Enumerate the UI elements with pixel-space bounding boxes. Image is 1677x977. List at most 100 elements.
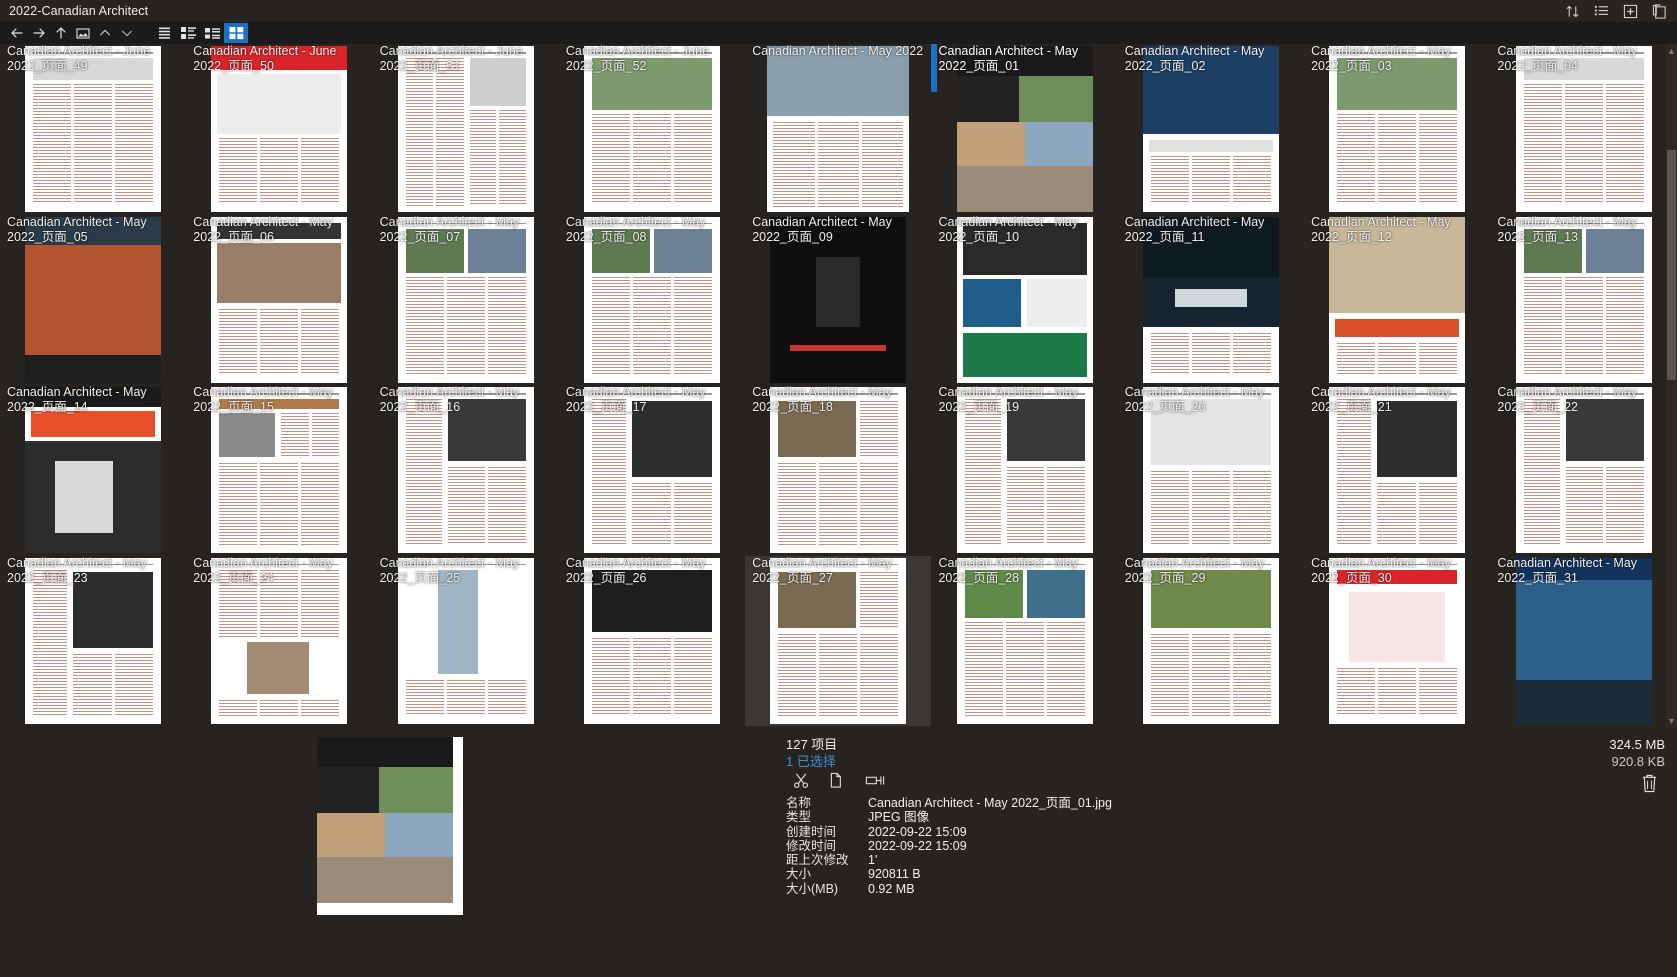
add-box-icon[interactable] xyxy=(1623,4,1638,19)
thumbnail-label: Canadian Architect - June 2022_页面_51 xyxy=(379,44,523,73)
thumbnail-cell[interactable]: Canadian Architect - May 2022_页面_08 xyxy=(559,215,745,386)
vertical-scrollbar[interactable]: ▲ ▼ xyxy=(1666,44,1677,728)
thumbnail-label: Canadian Architect - May 2022_页面_11 xyxy=(1124,214,1265,244)
thumbnail-cell[interactable]: Canadian Architect - May 2022 xyxy=(745,44,931,215)
thumbnail-label: Canadian Architect - May 2022_页面_23 xyxy=(7,555,147,585)
thumbnail-cell[interactable]: Canadian Architect - May 2022_页面_27 xyxy=(745,555,932,726)
thumbnail-cell[interactable]: Canadian Architect - May 2022_页面_16 xyxy=(373,385,559,556)
metadata-value: 0.92 MB xyxy=(868,881,915,896)
rename-button[interactable] xyxy=(865,772,885,794)
thumbnail-cell[interactable]: Canadian Architect - May 2022_页面_02 xyxy=(1118,44,1304,215)
metadata-row: 创建时间 2022-09-22 15:09 xyxy=(786,825,1112,839)
info-bar: 127 项目 1 已选择 名称 Canadian Architect - May… xyxy=(0,728,1677,977)
thumbnail-cell[interactable]: Canadian Architect - May 2022_页面_12 xyxy=(1304,215,1490,386)
view-details-button[interactable] xyxy=(200,23,224,43)
thumbnail-label: Canadian Architect - May 2022_页面_27 xyxy=(752,555,892,585)
thumbnail-label: Canadian Architect - May 2022_页面_12 xyxy=(1311,214,1451,244)
clipboard-icon[interactable] xyxy=(1652,3,1667,19)
thumbnail-label: Canadian Architect - May 2022_页面_18 xyxy=(752,385,892,414)
thumbnail-label: Canadian Architect - May 2022_页面_06 xyxy=(193,214,333,244)
size-summary: 324.5 MB 920.8 KB xyxy=(1609,736,1665,770)
view-tiles-button[interactable] xyxy=(176,23,200,43)
thumbnail-cell[interactable]: Canadian Architect - May 2022_页面_05 xyxy=(0,215,186,386)
thumbnail-cell[interactable] xyxy=(745,726,931,728)
list-view-icon[interactable] xyxy=(1594,4,1609,19)
window-title: 2022-Canadian Architect xyxy=(9,4,149,18)
thumbnail-label: Canadian Architect - May 2022_页面_26 xyxy=(565,555,706,585)
back-button[interactable] xyxy=(6,23,28,43)
thumbnail-cell[interactable] xyxy=(186,726,372,728)
chevron-up-button[interactable] xyxy=(94,23,116,43)
thumbnail-label: Canadian Architect - May 2022_页面_15 xyxy=(193,385,333,414)
thumbnail-cell[interactable]: Canadian Architect - May 2022_页面_13 xyxy=(1490,215,1676,386)
thumbnail-cell[interactable]: Canadian Architect - May 2022_页面_28 xyxy=(931,556,1117,727)
thumbnail-cell[interactable]: Canadian Architect - May 2022_页面_20 xyxy=(1118,385,1304,556)
metadata-key: 大小(MB) xyxy=(786,881,839,896)
thumbnail-cell[interactable]: Canadian Architect - May 2022_页面_29 xyxy=(1118,556,1304,727)
thumbnail-cell[interactable] xyxy=(1118,726,1304,728)
thumbnail-label xyxy=(565,726,739,728)
thumbnail-cell[interactable]: Canadian Architect - May 2022_页面_01 xyxy=(931,44,1117,215)
thumbnail-label: Canadian Architect - May 2022_页面_09 xyxy=(752,214,892,244)
thumbnail-cell[interactable]: Canadian Architect - June 2022_页面_52 xyxy=(559,44,745,215)
thumbnail-label: Canadian Architect - May 2022_页面_16 xyxy=(379,385,520,414)
forward-button[interactable] xyxy=(28,23,50,43)
thumbnail-label: Canadian Architect - May 2022_页面_10 xyxy=(938,214,1079,244)
thumbnail-cell[interactable]: Canadian Architect - May 2022_页面_10 xyxy=(931,215,1117,386)
thumbnail-cell[interactable]: Canadian Architect - May 2022_页面_24 xyxy=(186,556,372,727)
thumbnail-label: Canadian Architect - May 2022_页面_02 xyxy=(1124,44,1265,73)
thumbnail-cell[interactable]: Canadian Architect - May 2022_页面_30 xyxy=(1304,556,1490,727)
thumbnail-cell[interactable] xyxy=(373,726,559,728)
thumbnail-cell[interactable]: Canadian Architect - May 2022_页面_11 xyxy=(1118,215,1304,386)
copy-button[interactable] xyxy=(829,772,846,794)
thumbnail-label: Canadian Architect - May 2022_页面_28 xyxy=(938,555,1079,585)
thumbnail-cell[interactable]: Canadian Architect - May 2022_页面_22 xyxy=(1490,385,1676,556)
selected-count[interactable]: 1 已选择 xyxy=(786,753,837,770)
thumbnail-label: Canadian Architect - May 2022 xyxy=(752,44,924,58)
thumbnail-cell[interactable]: Canadian Architect - May 2022_页面_09 xyxy=(745,215,931,386)
view-list-button[interactable] xyxy=(152,23,176,43)
thumbnail-cell[interactable]: Canadian Architect - June 2022_页面_49 xyxy=(0,44,186,215)
thumbnail-cell[interactable]: Canadian Architect - June 2022_页面_51 xyxy=(373,44,559,215)
sort-icon[interactable] xyxy=(1565,4,1580,19)
thumbnail-cell[interactable]: Canadian Architect - May 2022_页面_26 xyxy=(559,556,745,727)
thumbnail-label: Canadian Architect - June 2022_页面_52 xyxy=(565,44,710,73)
thumbnail-cell[interactable] xyxy=(1490,726,1676,728)
thumbnail-label xyxy=(751,726,925,728)
scroll-down-arrow[interactable]: ▼ xyxy=(1666,714,1677,728)
view-grid-button[interactable] xyxy=(224,23,248,43)
thumbnail-label: Canadian Architect - May 2022_页面_07 xyxy=(379,214,520,244)
thumbnail-label: Canadian Architect - May 2022_页面_04 xyxy=(1497,44,1638,73)
up-button[interactable] xyxy=(50,23,72,43)
thumbnail-cell[interactable]: Canadian Architect - May 2022_页面_14 xyxy=(0,385,186,556)
trash-icon[interactable] xyxy=(1640,772,1659,799)
preview-thumbnail[interactable] xyxy=(317,737,463,915)
cut-button[interactable] xyxy=(793,772,810,794)
thumbnail-cell[interactable]: Canadian Architect - May 2022_页面_19 xyxy=(931,385,1117,556)
metadata-row: 大小 920811 B xyxy=(786,867,1112,881)
thumbnail-cell[interactable] xyxy=(559,726,745,728)
thumbnail-cell[interactable]: Canadian Architect - May 2022_页面_25 xyxy=(373,556,559,727)
title-bar-actions xyxy=(1565,0,1673,22)
scroll-up-arrow[interactable]: ▲ xyxy=(1666,44,1677,58)
thumbnail-cell[interactable]: Canadian Architect - May 2022_页面_21 xyxy=(1304,385,1490,556)
thumbnail-grid-area[interactable]: Canadian Architect - June 2022_页面_49 Cana… xyxy=(0,44,1677,728)
thumbnail-cell[interactable]: Canadian Architect - May 2022_页面_31 xyxy=(1490,556,1676,727)
thumbnail-cell[interactable] xyxy=(931,726,1117,728)
thumbnail-cell[interactable] xyxy=(1304,726,1490,728)
thumbnail-cell[interactable]: Canadian Architect - May 2022_页面_18 xyxy=(745,385,931,556)
thumbnail-cell[interactable]: Canadian Architect - May 2022_页面_06 xyxy=(186,215,372,386)
thumbnail-cell[interactable]: Canadian Architect - May 2022_页面_17 xyxy=(559,385,745,556)
chevron-down-button[interactable] xyxy=(116,23,138,43)
thumbnail-cell[interactable]: Canadian Architect - May 2022_页面_07 xyxy=(373,215,559,386)
thumbnail-cell[interactable]: Canadian Architect - May 2022_页面_04 xyxy=(1490,44,1676,215)
thumbnail-cell[interactable]: Canadian Architect - May 2022_页面_03 xyxy=(1304,44,1490,215)
thumbnail-label: Canadian Architect - May 2022_页面_01 xyxy=(938,44,1079,73)
thumbnail-label: Canadian Architect - May 2022_页面_21 xyxy=(1311,385,1451,414)
scrollbar-thumb[interactable] xyxy=(1667,150,1676,380)
thumbnail-cell[interactable]: Canadian Architect - May 2022_页面_23 xyxy=(0,556,186,727)
thumbnail-cell[interactable]: Canadian Architect - May 2022_页面_15 xyxy=(186,385,372,556)
thumbnail-cell[interactable]: Canadian Architect - June 2022_页面_50 xyxy=(186,44,372,215)
folder-image-button[interactable] xyxy=(72,23,94,43)
thumbnail-cell[interactable] xyxy=(0,726,186,728)
